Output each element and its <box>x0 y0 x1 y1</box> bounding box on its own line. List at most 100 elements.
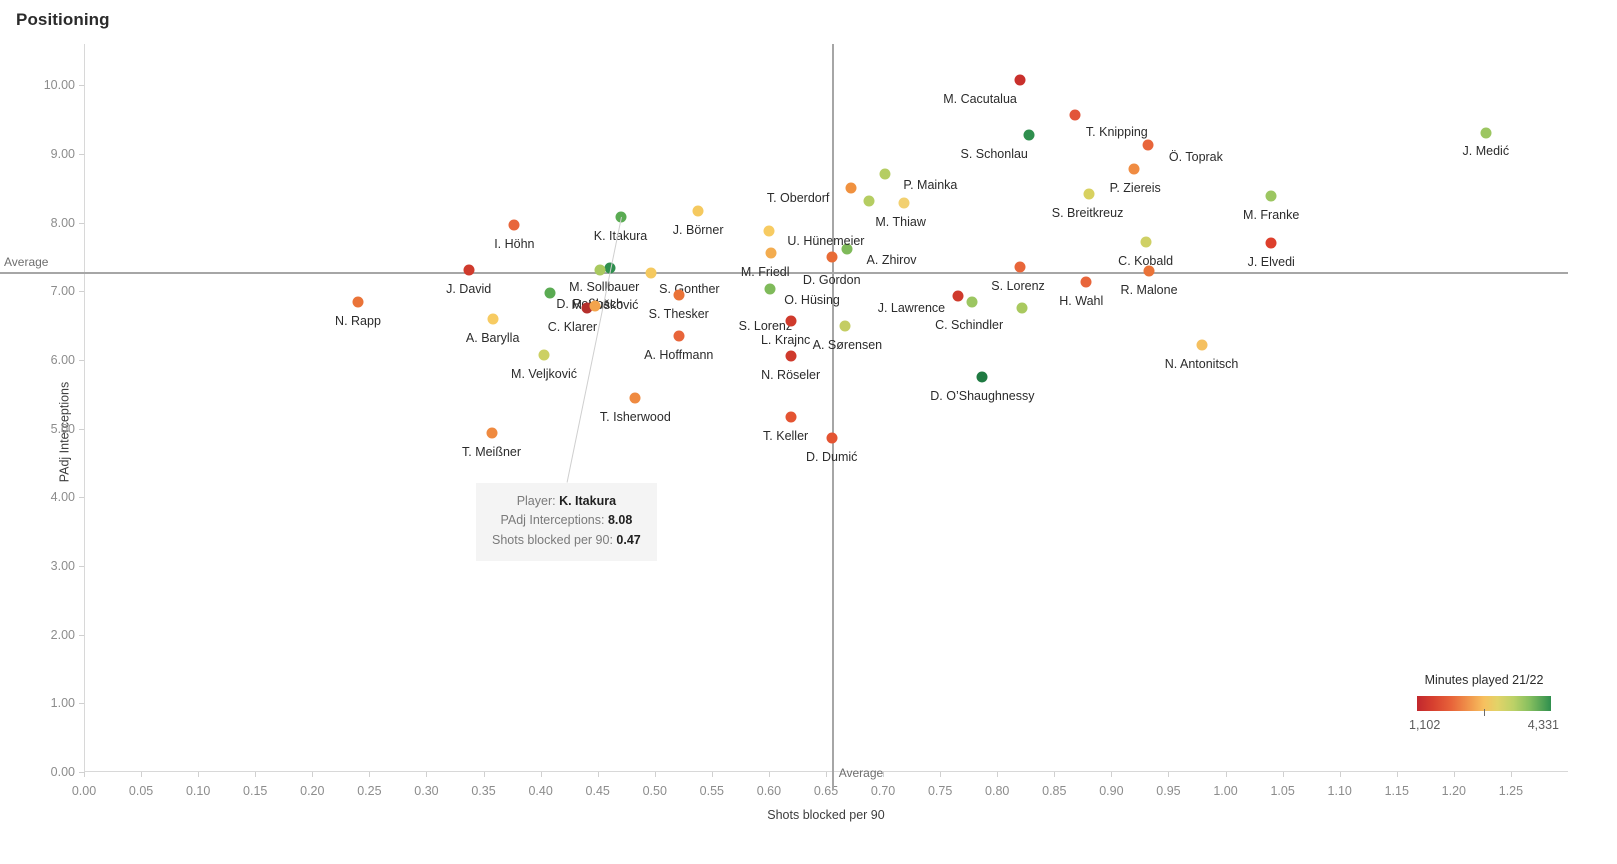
data-point[interactable] <box>1080 276 1092 288</box>
data-point[interactable] <box>1016 302 1028 314</box>
x-tick-mark <box>369 772 371 777</box>
data-point[interactable] <box>629 392 641 404</box>
x-tick-label: 0.40 <box>528 784 553 798</box>
data-point[interactable] <box>1265 237 1277 249</box>
data-point-label: C. Schindler <box>935 317 1004 332</box>
y-tick-label: 8.00 <box>50 215 75 230</box>
data-point-label: R. Malone <box>1120 282 1178 297</box>
data-point-label: I. Höhn <box>494 237 535 252</box>
data-point[interactable] <box>879 168 891 180</box>
x-tick-mark <box>1510 772 1512 777</box>
data-point[interactable] <box>898 197 910 209</box>
data-point[interactable] <box>486 427 498 439</box>
x-tick-label: 1.10 <box>1327 784 1352 798</box>
data-point[interactable] <box>952 290 964 302</box>
data-point[interactable] <box>1143 265 1155 277</box>
x-tick-label: 1.20 <box>1441 784 1467 798</box>
data-point[interactable] <box>763 225 775 237</box>
data-point-label: S. Thesker <box>648 307 709 322</box>
x-tick-mark <box>1282 772 1284 777</box>
data-point[interactable] <box>589 300 601 312</box>
y-tick-label: 0.00 <box>50 765 75 779</box>
data-point[interactable] <box>692 205 704 217</box>
data-point[interactable] <box>487 313 499 325</box>
data-point-label: M. Thiaw <box>875 214 926 229</box>
data-point[interactable] <box>352 296 364 308</box>
x-tick-label: 0.75 <box>927 784 953 798</box>
data-point[interactable] <box>1014 261 1026 273</box>
x-axis-title: Shots blocked per 90 <box>767 808 885 822</box>
data-point[interactable] <box>673 289 685 301</box>
data-point[interactable] <box>1480 127 1492 139</box>
data-point-label: J. Elvedi <box>1247 255 1295 270</box>
data-point-label: M. Franke <box>1243 207 1300 222</box>
data-point-label: T. Meißner <box>461 444 522 459</box>
data-point-label: M. Veljković <box>511 367 578 382</box>
y-tick-mark <box>79 222 84 224</box>
data-point[interactable] <box>765 247 777 259</box>
data-point[interactable] <box>785 350 797 362</box>
y-tick-label: 4.00 <box>50 490 75 505</box>
tooltip-player-row: Player: K. Itakura <box>492 492 641 511</box>
data-point[interactable] <box>1196 339 1208 351</box>
data-point[interactable] <box>764 283 776 295</box>
data-point[interactable] <box>826 432 838 444</box>
data-point-label: A. Sørensen <box>812 338 883 353</box>
data-point[interactable] <box>1128 163 1140 175</box>
data-point[interactable] <box>673 330 685 342</box>
data-point[interactable] <box>645 267 657 279</box>
data-point[interactable] <box>463 264 475 276</box>
data-point[interactable] <box>1140 236 1152 248</box>
data-point-label: O. Hüsing <box>784 293 840 308</box>
x-tick-mark <box>312 772 314 777</box>
x-tick-mark <box>255 772 257 777</box>
data-point-label: S. Gonther <box>659 282 720 297</box>
x-tick-label: 1.15 <box>1384 784 1409 798</box>
x-tick-label: 0.05 <box>128 784 154 798</box>
y-tick-label: 7.00 <box>50 284 75 299</box>
average-horizontal-label: Average <box>4 255 49 269</box>
y-tick-mark <box>79 497 84 499</box>
x-tick-mark <box>940 772 942 777</box>
x-tick-label: 0.35 <box>471 784 496 798</box>
y-tick-label: 2.00 <box>50 627 75 642</box>
data-point[interactable] <box>785 411 797 423</box>
data-point-label: S. Lorenz <box>738 318 793 333</box>
data-point[interactable] <box>1083 188 1095 200</box>
data-point[interactable] <box>839 320 851 332</box>
legend-max-label: 4,331 <box>1527 718 1559 732</box>
data-point[interactable] <box>538 349 550 361</box>
x-tick-mark <box>1054 772 1056 777</box>
data-point-label: S. Breitkreuz <box>1051 205 1124 220</box>
y-tick-mark <box>79 703 84 705</box>
tooltip-interceptions-value: 8.08 <box>607 513 633 528</box>
data-point[interactable] <box>1142 139 1154 151</box>
data-point[interactable] <box>863 195 875 207</box>
data-point[interactable] <box>594 264 606 276</box>
page-title: Positioning <box>16 10 110 29</box>
x-tick-mark <box>483 772 485 777</box>
data-point[interactable] <box>976 371 988 383</box>
x-tick-label: 0.55 <box>699 784 725 798</box>
data-point-label: L. Krajnc <box>760 333 811 348</box>
data-point[interactable] <box>845 182 857 194</box>
data-point[interactable] <box>785 315 797 327</box>
data-point[interactable] <box>544 287 556 299</box>
data-point-label: M. Friedl <box>740 265 790 280</box>
data-point[interactable] <box>826 251 838 263</box>
data-point[interactable] <box>1023 129 1035 141</box>
data-point[interactable] <box>1014 74 1026 86</box>
x-tick-mark <box>198 772 200 777</box>
data-point-label: J. Börner <box>672 222 724 237</box>
data-point[interactable] <box>966 296 978 308</box>
data-point-label: S. Schonlau <box>960 147 1028 162</box>
data-point[interactable] <box>1069 109 1081 121</box>
x-tick-label: 0.20 <box>300 784 325 798</box>
data-point-label: T. Oberdorf <box>766 191 830 206</box>
data-point-label: J. Medić <box>1462 144 1510 159</box>
data-point[interactable] <box>1265 190 1277 202</box>
data-point[interactable] <box>508 219 520 231</box>
data-point-label: J. David <box>446 281 492 296</box>
data-point-label: S. Lorenz <box>991 279 1045 294</box>
y-tick-label: 9.00 <box>50 146 75 161</box>
